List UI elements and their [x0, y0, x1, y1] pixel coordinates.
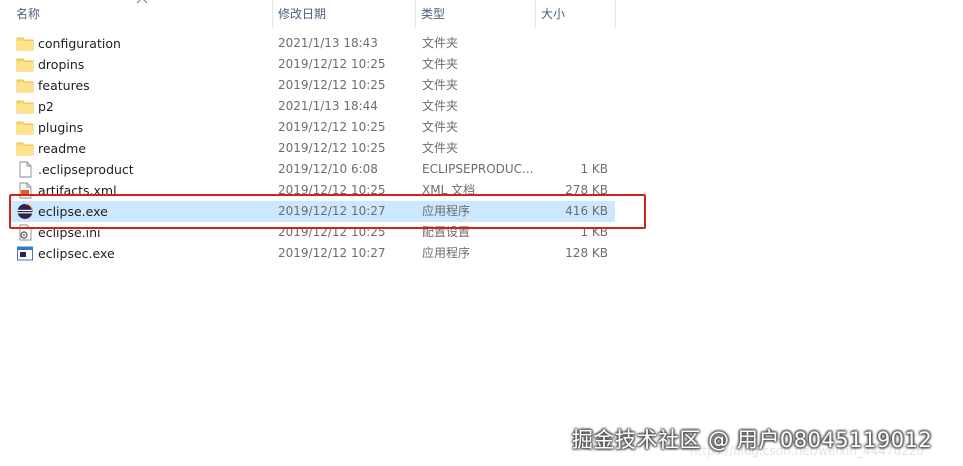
file-date: 2019/12/10 6:08	[278, 162, 378, 176]
file-date: 2019/12/12 10:25	[278, 120, 386, 134]
column-header-date[interactable]: 修改日期	[272, 0, 415, 28]
file-date: 2019/12/12 10:25	[278, 57, 386, 71]
file-row[interactable]: p2 2021/1/13 18:44 文件夹	[10, 96, 615, 117]
file-row[interactable]: .eclipseproduct 2019/12/10 6:08 ECLIPSEPRO…	[10, 159, 615, 180]
eclipse-icon	[16, 203, 34, 220]
file-type: XML 文档	[422, 183, 476, 197]
file-row[interactable]: readme 2019/12/12 10:25 文件夹	[10, 138, 615, 159]
file-date: 2019/12/12 10:25	[278, 141, 386, 155]
file-row[interactable]: eclipse.ini 2019/12/12 10:25 配置设置 1 KB	[10, 222, 615, 243]
column-header-bar: 名称 修改日期 类型 大小	[0, 0, 620, 28]
watermark-text: 掘金技术社区 @ 用户08045119012	[572, 428, 933, 452]
file-size: 128 KB	[565, 246, 608, 260]
file-type: 文件夹	[422, 99, 459, 113]
file-row[interactable]: features 2019/12/12 10:25 文件夹	[10, 75, 615, 96]
file-name: configuration	[38, 36, 121, 51]
file-type: 文件夹	[422, 78, 459, 92]
file-size: 278 KB	[565, 183, 608, 197]
file-row[interactable]: eclipsec.exe 2019/12/12 10:27 应用程序 128 KB	[10, 243, 615, 264]
column-divider[interactable]	[615, 0, 616, 28]
file-row[interactable]: eclipse.exe 2019/12/12 10:27 应用程序 416 KB	[10, 201, 615, 222]
file-size: 416 KB	[565, 204, 608, 218]
file-name: plugins	[38, 120, 84, 135]
file-type: 应用程序	[422, 204, 471, 218]
file-row[interactable]: configuration 2021/1/13 18:43 文件夹	[10, 33, 615, 54]
file-name: .eclipseproduct	[38, 162, 134, 177]
file-type: 文件夹	[422, 57, 459, 71]
folder-icon	[16, 56, 34, 73]
column-header-name[interactable]: 名称	[10, 0, 272, 28]
file-type: 配置设置	[422, 225, 471, 239]
file-size: 1 KB	[580, 162, 608, 176]
file-icon	[16, 161, 34, 178]
file-name: eclipse.exe	[38, 204, 108, 219]
file-date: 2021/1/13 18:44	[278, 99, 378, 113]
file-type: 文件夹	[422, 36, 459, 50]
file-type: ECLIPSEPRODUC...	[422, 162, 534, 176]
file-name: features	[38, 78, 90, 93]
ini-file-icon	[16, 224, 34, 241]
file-type: 文件夹	[422, 141, 459, 155]
folder-icon	[16, 77, 34, 94]
file-date: 2019/12/12 10:27	[278, 204, 386, 218]
file-date: 2019/12/12 10:25	[278, 225, 386, 239]
folder-icon	[16, 98, 34, 115]
folder-icon	[16, 119, 34, 136]
file-date: 2019/12/12 10:25	[278, 78, 386, 92]
file-name: p2	[38, 99, 54, 114]
folder-icon	[16, 140, 34, 157]
file-row[interactable]: plugins 2019/12/12 10:25 文件夹	[10, 117, 615, 138]
file-row[interactable]: artifacts.xml 2019/12/12 10:25 XML 文档 278 K…	[10, 180, 615, 201]
column-header-size[interactable]: 大小	[535, 0, 615, 28]
exe-icon	[16, 245, 34, 262]
file-name: eclipsec.exe	[38, 246, 115, 261]
file-size: 1 KB	[580, 225, 608, 239]
file-row[interactable]: dropins 2019/12/12 10:25 文件夹	[10, 54, 615, 75]
xml-file-icon	[16, 182, 34, 199]
file-list: configuration 2021/1/13 18:43 文件夹 dropins 20…	[10, 33, 615, 264]
file-name: dropins	[38, 57, 85, 72]
file-date: 2021/1/13 18:43	[278, 36, 378, 50]
file-date: 2019/12/12 10:25	[278, 183, 386, 197]
file-date: 2019/12/12 10:27	[278, 246, 386, 260]
folder-icon	[16, 35, 34, 52]
file-type: 应用程序	[422, 246, 471, 260]
file-name: artifacts.xml	[38, 183, 117, 198]
file-name: eclipse.ini	[38, 225, 101, 240]
file-name: readme	[38, 141, 87, 156]
column-header-type[interactable]: 类型	[415, 0, 535, 28]
file-type: 文件夹	[422, 120, 459, 134]
